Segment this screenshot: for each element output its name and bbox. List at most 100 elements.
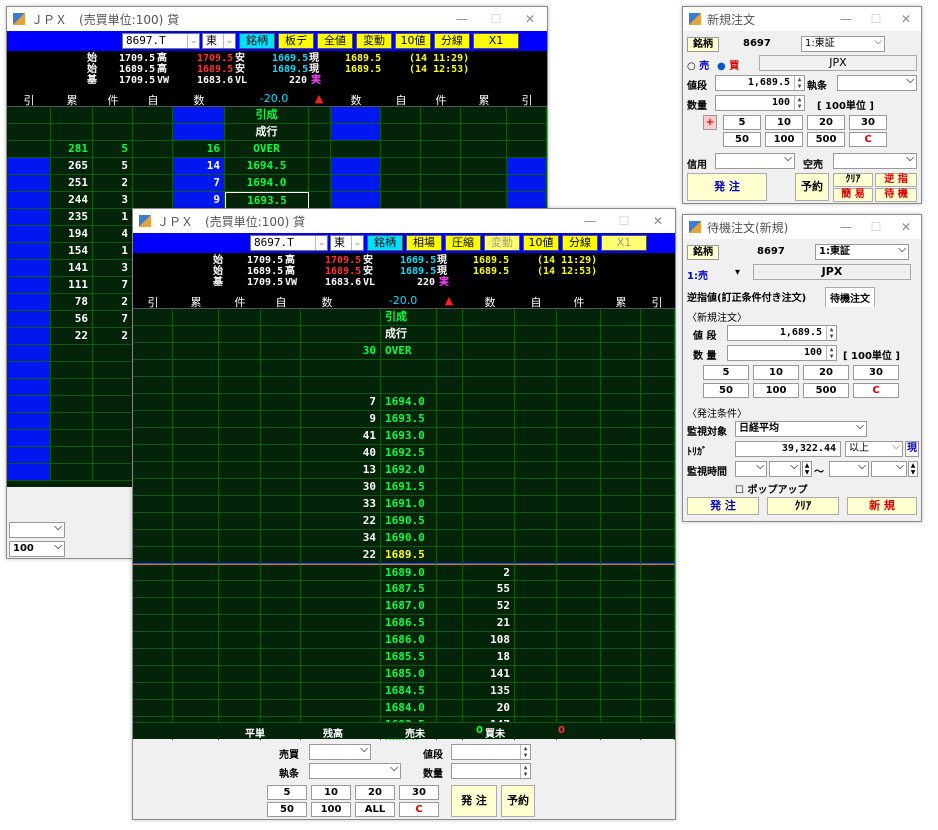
bid-qty[interactable]: 18 — [463, 649, 515, 666]
price-cell[interactable]: 引成 — [225, 107, 309, 124]
price-cell[interactable]: 1689.5 — [381, 547, 437, 564]
price-cell[interactable]: 1691.0 — [381, 496, 437, 513]
grid-cell[interactable] — [515, 632, 557, 649]
grid-cell[interactable] — [507, 175, 547, 192]
qty-20-button[interactable]: 20 — [807, 115, 845, 130]
grid-cell[interactable] — [173, 547, 219, 564]
grid-cell[interactable] — [381, 175, 421, 192]
bid-qty[interactable] — [463, 479, 515, 496]
bid-qty[interactable] — [463, 428, 515, 445]
grid-cell[interactable] — [601, 581, 641, 598]
quantity-input[interactable]: 100 ▲ ▼ — [715, 95, 805, 111]
grid-cell[interactable] — [219, 326, 261, 343]
grid-cell[interactable] — [219, 530, 261, 547]
grid-cell[interactable] — [173, 683, 219, 700]
grid-cell[interactable]: 7 — [173, 175, 225, 192]
grid-cell[interactable] — [173, 445, 219, 462]
bid-qty[interactable] — [463, 411, 515, 428]
grid-cell[interactable] — [51, 379, 93, 396]
price-cell[interactable]: 1685.5 — [381, 649, 437, 666]
grid-cell[interactable] — [261, 411, 301, 428]
grid-cell[interactable] — [51, 107, 93, 124]
grid-cell[interactable] — [219, 598, 261, 615]
grid-cell[interactable] — [437, 564, 463, 581]
select-2[interactable]: 100 — [9, 540, 65, 557]
grid-cell[interactable] — [461, 107, 507, 124]
grid-cell[interactable] — [331, 192, 381, 209]
market-select[interactable]: 東 ⌵ — [330, 235, 364, 251]
grid-cell[interactable] — [7, 328, 51, 345]
grid-cell[interactable] — [7, 413, 51, 430]
grid-cell[interactable] — [507, 107, 547, 124]
grid-cell[interactable] — [601, 513, 641, 530]
qty-100-button[interactable]: 100 — [311, 802, 351, 817]
grid-cell[interactable] — [557, 343, 601, 360]
grid-cell[interactable] — [173, 513, 219, 530]
bid-qty[interactable] — [463, 445, 515, 462]
grid-cell[interactable] — [641, 666, 675, 683]
grid-cell[interactable] — [601, 343, 641, 360]
ask-qty[interactable] — [301, 700, 381, 717]
grid-cell[interactable] — [219, 615, 261, 632]
ask-qty[interactable]: 41 — [301, 428, 381, 445]
qty-20-button[interactable]: 20 — [803, 365, 849, 380]
grid-cell[interactable] — [601, 326, 641, 343]
grid-cell[interactable] — [93, 413, 133, 430]
price-cell[interactable]: 1693.5 — [381, 411, 437, 428]
grid-cell[interactable]: 111 — [51, 277, 93, 294]
qty-500-button[interactable]: 500 — [807, 132, 845, 147]
popup-checkbox[interactable]: ☐ ポップアップ — [735, 481, 807, 496]
grid-cell[interactable] — [261, 581, 301, 598]
grid-cell[interactable] — [219, 649, 261, 666]
grid-cell[interactable] — [133, 445, 173, 462]
ask-qty[interactable]: 30 — [301, 479, 381, 496]
grid-cell[interactable] — [601, 666, 641, 683]
grid-cell[interactable] — [437, 513, 463, 530]
ask-qty[interactable] — [301, 564, 381, 581]
grid-cell[interactable] — [437, 581, 463, 598]
grid-cell[interactable] — [641, 513, 675, 530]
grid-cell[interactable] — [437, 326, 463, 343]
maximize-icon[interactable]: ☐ — [861, 220, 891, 234]
grid-cell[interactable] — [515, 649, 557, 666]
grid-cell[interactable] — [219, 547, 261, 564]
grid-cell[interactable] — [261, 428, 301, 445]
grid-cell[interactable] — [437, 700, 463, 717]
grid-cell[interactable]: 2 — [93, 175, 133, 192]
bid-qty[interactable] — [463, 343, 515, 360]
grid-cell[interactable] — [309, 158, 331, 175]
price-cell[interactable]: 1687.5 — [381, 581, 437, 598]
grid-cell[interactable] — [173, 428, 219, 445]
market-select[interactable]: 1:東証 — [815, 243, 909, 260]
ask-qty[interactable] — [301, 683, 381, 700]
grid-cell[interactable] — [515, 462, 557, 479]
grid-cell[interactable] — [601, 309, 641, 326]
grid-cell[interactable] — [557, 513, 601, 530]
grid-cell[interactable]: 141 — [51, 260, 93, 277]
grid-cell[interactable] — [437, 479, 463, 496]
ask-qty[interactable]: 34 — [301, 530, 381, 547]
grid-cell[interactable] — [437, 411, 463, 428]
price-cell[interactable]: 1693.5 — [225, 192, 309, 209]
price-cell[interactable]: 1694.0 — [225, 175, 309, 192]
grid-cell[interactable] — [309, 107, 331, 124]
grid-cell[interactable] — [7, 124, 51, 141]
grid-cell[interactable] — [219, 343, 261, 360]
grid-cell[interactable] — [219, 377, 261, 394]
grid-cell[interactable] — [601, 462, 641, 479]
grid-cell[interactable] — [515, 496, 557, 513]
grid-cell[interactable] — [601, 411, 641, 428]
grid-cell[interactable] — [173, 598, 219, 615]
grid-cell[interactable] — [173, 309, 219, 326]
grid-cell[interactable] — [309, 124, 331, 141]
bid-qty[interactable]: 21 — [463, 615, 515, 632]
grid-cell[interactable] — [309, 192, 331, 209]
bid-qty[interactable]: 135 — [463, 683, 515, 700]
tab-wait-order[interactable]: 待機注文 — [825, 287, 875, 307]
grid-cell[interactable] — [173, 666, 219, 683]
grid-cell[interactable]: 5 — [93, 158, 133, 175]
clear-qty-button[interactable]: C — [849, 132, 887, 147]
qty-30-button[interactable]: 30 — [853, 365, 899, 380]
grid-cell[interactable] — [601, 394, 641, 411]
grid-cell[interactable] — [133, 632, 173, 649]
